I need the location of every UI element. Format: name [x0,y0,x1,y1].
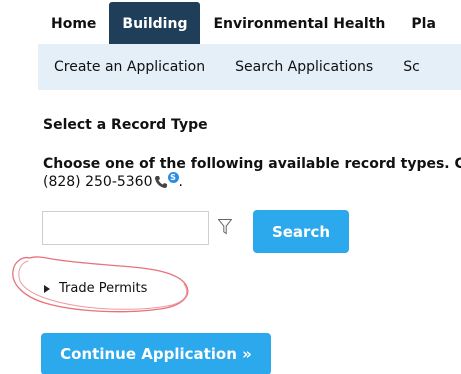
continue-application-button[interactable]: Continue Application » [41,333,271,374]
top-tab-bar: Home Building Environmental Health Pla [38,0,449,44]
tab-building[interactable]: Building [109,2,201,44]
phone-line: (828) 250-5360 S . [43,171,183,190]
sub-nav-schedule[interactable]: Sc [388,59,435,75]
record-type-label[interactable]: Trade Permits [59,281,147,296]
section-title: Select a Record Type [43,117,208,133]
filter-icon[interactable] [218,219,232,235]
skype-icon[interactable]: S [167,171,179,183]
tab-planning[interactable]: Pla [398,2,449,44]
caret-right-icon[interactable] [44,284,50,293]
record-type-search-input[interactable] [42,211,209,245]
sub-nav: Create an Application Search Application… [38,44,461,90]
phone-suffix: . [178,174,183,190]
search-button[interactable]: Search [253,210,349,253]
page: Home Building Environmental Health Pla C… [0,0,461,374]
sub-nav-search-applications[interactable]: Search Applications [220,59,388,75]
sub-nav-create-application[interactable]: Create an Application [38,59,220,75]
record-type-trade-permits[interactable]: Trade Permits [44,281,147,296]
phone-icon[interactable] [154,175,168,189]
instructions-text: Choose one of the following available re… [43,156,461,172]
tab-home[interactable]: Home [38,2,109,44]
phone-number[interactable]: (828) 250-5360 [43,174,153,190]
tab-environmental-health[interactable]: Environmental Health [200,2,398,44]
